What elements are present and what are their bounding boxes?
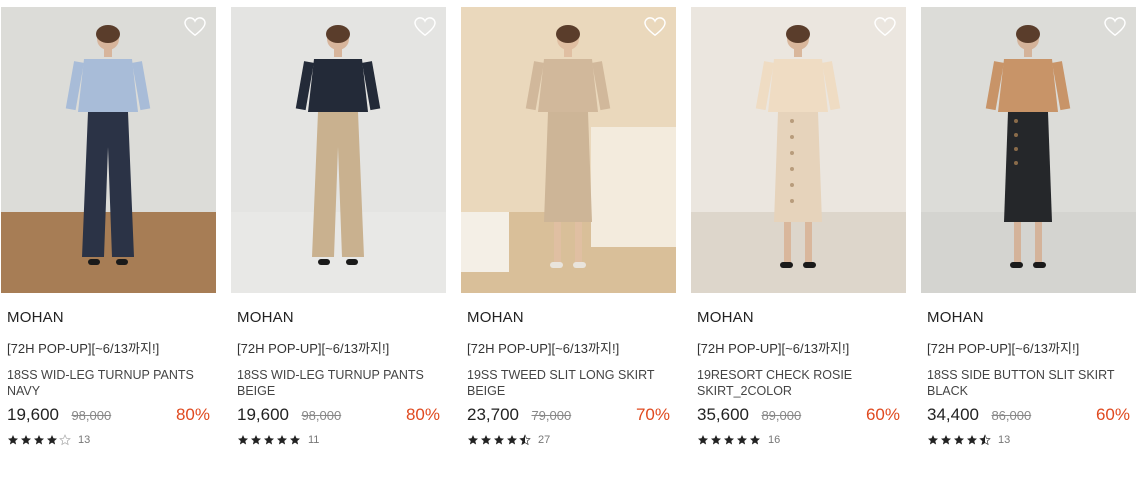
product-photo — [461, 7, 676, 293]
wishlist-heart-icon[interactable] — [414, 17, 436, 37]
product-name[interactable]: 18SS WID-LEG TURNUP PANTS NAVY — [7, 367, 216, 399]
wishlist-heart-icon[interactable] — [1104, 17, 1126, 37]
star-icon — [750, 435, 760, 445]
star-icon — [737, 435, 747, 445]
sale-price: 19,600 — [7, 405, 59, 424]
product-image[interactable] — [691, 7, 906, 293]
product-photo — [691, 7, 906, 293]
product-card[interactable]: MOHAN [72H POP-UP][~6/13까지!] 18SS WID-LE… — [231, 7, 446, 447]
wishlist-heart-icon[interactable] — [874, 17, 896, 37]
star-icon — [507, 435, 517, 445]
review-count: 16 — [768, 434, 781, 446]
star-icon — [34, 435, 44, 445]
star-icon — [277, 435, 287, 445]
review-count: 27 — [538, 434, 551, 446]
star-icon — [59, 434, 71, 446]
discount-rate: 80% — [405, 405, 440, 424]
product-name[interactable]: 18SS SIDE BUTTON SLIT SKIRT BLACK — [927, 367, 1136, 399]
star-rating — [467, 434, 532, 446]
wishlist-heart-icon[interactable] — [644, 17, 666, 37]
promo-label: [72H POP-UP][~6/13까지!] — [927, 341, 1080, 356]
brand-name[interactable]: MOHAN — [927, 309, 1136, 326]
product-name[interactable]: 18SS WID-LEG TURNUP PANTS BEIGE — [237, 367, 446, 399]
star-icon — [941, 435, 951, 445]
sale-price: 34,400 — [927, 405, 979, 424]
product-grid: MOHAN [72H POP-UP][~6/13까지!] 18SS WID-LE… — [0, 0, 1147, 491]
discount-rate: 70% — [635, 405, 670, 424]
star-icon — [519, 434, 531, 446]
star-icon — [928, 435, 938, 445]
star-icon — [8, 435, 18, 445]
star-icon — [481, 435, 491, 445]
product-photo — [1, 7, 216, 293]
promo-label: [72H POP-UP][~6/13까지!] — [467, 341, 620, 356]
star-rating — [927, 434, 992, 446]
product-card[interactable]: MOHAN [72H POP-UP][~6/13까지!] 18SS SIDE B… — [921, 7, 1136, 447]
star-icon — [698, 435, 708, 445]
star-icon — [251, 435, 261, 445]
star-icon — [21, 435, 31, 445]
rating: 13 — [927, 433, 1136, 447]
rating: 16 — [697, 433, 906, 447]
promo-label: [72H POP-UP][~6/13까지!] — [237, 341, 390, 356]
star-icon — [290, 435, 300, 445]
star-icon — [954, 435, 964, 445]
original-price: 86,000 — [991, 408, 1032, 423]
star-rating — [7, 434, 72, 446]
product-card[interactable]: MOHAN [72H POP-UP][~6/13까지!] 19SS TWEED … — [461, 7, 676, 447]
price-row: 23,700 79,000 70% — [467, 405, 676, 427]
star-icon — [711, 435, 721, 445]
product-card[interactable]: MOHAN [72H POP-UP][~6/13까지!] 19RESORT CH… — [691, 7, 906, 447]
product-image[interactable] — [461, 7, 676, 293]
discount-rate: 80% — [175, 405, 210, 424]
product-photo — [921, 7, 1136, 293]
price-row: 19,600 98,000 80% — [237, 405, 446, 427]
star-icon — [724, 435, 734, 445]
star-icon — [967, 435, 977, 445]
promo-label: [72H POP-UP][~6/13까지!] — [7, 341, 160, 356]
brand-name[interactable]: MOHAN — [237, 309, 446, 326]
star-rating — [697, 434, 762, 446]
discount-rate: 60% — [865, 405, 900, 424]
original-price: 98,000 — [301, 408, 342, 423]
brand-name[interactable]: MOHAN — [7, 309, 216, 326]
star-icon — [979, 434, 991, 446]
rating: 27 — [467, 433, 676, 447]
promo-label: [72H POP-UP][~6/13까지!] — [697, 341, 850, 356]
rating: 11 — [237, 433, 446, 447]
price-row: 34,400 86,000 60% — [927, 405, 1136, 427]
product-card[interactable]: MOHAN [72H POP-UP][~6/13까지!] 18SS WID-LE… — [1, 7, 216, 447]
product-name[interactable]: 19SS TWEED SLIT LONG SKIRT BEIGE — [467, 367, 676, 399]
brand-name[interactable]: MOHAN — [467, 309, 676, 326]
sale-price: 35,600 — [697, 405, 749, 424]
star-icon — [494, 435, 504, 445]
original-price: 79,000 — [531, 408, 572, 423]
price-row: 19,600 98,000 80% — [7, 405, 216, 427]
star-icon — [264, 435, 274, 445]
star-icon — [238, 435, 248, 445]
original-price: 89,000 — [761, 408, 802, 423]
product-image[interactable] — [1, 7, 216, 293]
original-price: 98,000 — [71, 408, 112, 423]
review-count: 13 — [998, 434, 1011, 446]
product-photo — [231, 7, 446, 293]
discount-rate: 60% — [1095, 405, 1130, 424]
star-icon — [47, 435, 57, 445]
product-image[interactable] — [231, 7, 446, 293]
review-count: 13 — [78, 434, 91, 446]
star-rating — [237, 434, 302, 446]
wishlist-heart-icon[interactable] — [184, 17, 206, 37]
review-count: 11 — [308, 434, 320, 446]
star-icon — [468, 435, 478, 445]
sale-price: 19,600 — [237, 405, 289, 424]
rating: 13 — [7, 433, 216, 447]
brand-name[interactable]: MOHAN — [697, 309, 906, 326]
sale-price: 23,700 — [467, 405, 519, 424]
product-image[interactable] — [921, 7, 1136, 293]
price-row: 35,600 89,000 60% — [697, 405, 906, 427]
product-name[interactable]: 19RESORT CHECK ROSIE SKIRT_2COLOR — [697, 367, 906, 399]
